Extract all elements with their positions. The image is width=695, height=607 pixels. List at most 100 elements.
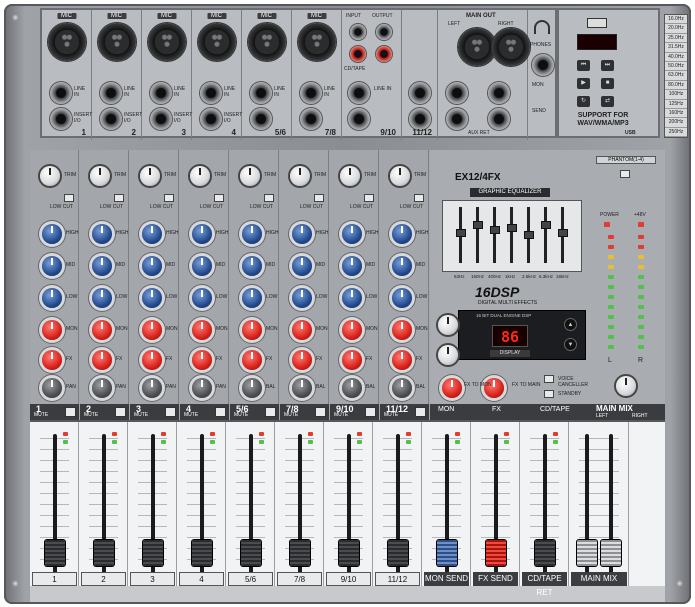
- line-in-11-12-right[interactable]: [409, 108, 431, 130]
- fx-to-main-knob[interactable]: [484, 378, 504, 398]
- low-cut-switch[interactable]: [214, 194, 224, 202]
- eq-mid-knob[interactable]: [92, 256, 112, 276]
- fx-send-knob[interactable]: [142, 350, 162, 370]
- geq-slider-knob[interactable]: [490, 226, 500, 235]
- aux-ret-right-jack[interactable]: [488, 108, 510, 130]
- prev-track-button[interactable]: ⏮: [577, 60, 590, 71]
- mic-xlr-input[interactable]: [47, 23, 86, 61]
- line-in-jack[interactable]: [50, 82, 72, 104]
- dsp-fx-param-knob[interactable]: [438, 345, 458, 365]
- eq-low-knob[interactable]: [392, 288, 412, 308]
- mon-send-jack[interactable]: [446, 82, 468, 104]
- eq-high-knob[interactable]: [242, 224, 262, 244]
- mon-send-knob[interactable]: [192, 320, 212, 340]
- trim-knob[interactable]: [40, 166, 60, 186]
- next-track-button[interactable]: ⏭: [601, 60, 614, 71]
- low-cut-switch[interactable]: [364, 194, 374, 202]
- mic-xlr-input[interactable]: [97, 23, 136, 61]
- pan-knob[interactable]: [192, 378, 212, 398]
- mon-send-knob[interactable]: [342, 320, 362, 340]
- eq-low-knob[interactable]: [242, 288, 262, 308]
- stop-button[interactable]: ■: [601, 78, 614, 89]
- geq-slider-knob[interactable]: [456, 228, 466, 237]
- mute-button[interactable]: [365, 407, 376, 417]
- mic-xlr-input[interactable]: [147, 23, 186, 61]
- line-in-jack[interactable]: [300, 82, 322, 104]
- channel-fader[interactable]: [44, 540, 65, 566]
- fx-send-knob[interactable]: [392, 350, 412, 370]
- pan-knob[interactable]: [92, 378, 112, 398]
- mon-send-knob[interactable]: [392, 320, 412, 340]
- mute-button[interactable]: [115, 407, 126, 417]
- channel-fader[interactable]: [387, 540, 408, 566]
- line-in-right-jack[interactable]: [250, 108, 272, 130]
- low-cut-switch[interactable]: [114, 194, 124, 202]
- rca-output-left[interactable]: [376, 24, 392, 40]
- channel-fader[interactable]: [93, 540, 114, 566]
- channel-fader[interactable]: [534, 540, 555, 566]
- line-in-11-12-left[interactable]: [409, 82, 431, 104]
- eq-mid-knob[interactable]: [242, 256, 262, 276]
- fx-send-knob[interactable]: [92, 350, 112, 370]
- channel-fader[interactable]: [240, 540, 261, 566]
- fx-send-jack[interactable]: [488, 82, 510, 104]
- trim-knob[interactable]: [390, 166, 410, 186]
- mic-xlr-input[interactable]: [297, 23, 336, 61]
- mon-send-knob[interactable]: [242, 320, 262, 340]
- mute-button[interactable]: [315, 407, 326, 417]
- eq-low-knob[interactable]: [92, 288, 112, 308]
- low-cut-switch[interactable]: [264, 194, 274, 202]
- balance-knob[interactable]: [342, 378, 362, 398]
- mon-send-knob[interactable]: [142, 320, 162, 340]
- balance-knob[interactable]: [242, 378, 262, 398]
- geq-slider-knob[interactable]: [558, 228, 568, 237]
- voice-canceller-switch[interactable]: [544, 375, 554, 383]
- eq-mid-knob[interactable]: [392, 256, 412, 276]
- rca-input-left[interactable]: [350, 24, 366, 40]
- mon-send-knob[interactable]: [292, 320, 312, 340]
- eq-low-knob[interactable]: [342, 288, 362, 308]
- phones-level-knob[interactable]: [616, 376, 636, 396]
- pan-knob[interactable]: [42, 378, 62, 398]
- fx-send-knob[interactable]: [292, 350, 312, 370]
- trim-knob[interactable]: [340, 166, 360, 186]
- channel-fader[interactable]: [191, 540, 212, 566]
- main-left-fader[interactable]: [577, 540, 597, 566]
- dsp-up-button[interactable]: ▲: [564, 318, 577, 331]
- low-cut-switch[interactable]: [164, 194, 174, 202]
- dsp-down-button[interactable]: ▼: [564, 338, 577, 351]
- main-right-fader[interactable]: [601, 540, 621, 566]
- eq-high-knob[interactable]: [292, 224, 312, 244]
- line-in-jack[interactable]: [150, 82, 172, 104]
- insert-jack[interactable]: [150, 108, 172, 130]
- eq-low-knob[interactable]: [142, 288, 162, 308]
- eq-mid-knob[interactable]: [142, 256, 162, 276]
- mute-button[interactable]: [215, 407, 226, 417]
- aux-ret-left-jack[interactable]: [446, 108, 468, 130]
- trim-knob[interactable]: [90, 166, 110, 186]
- line-in-right-jack[interactable]: [300, 108, 322, 130]
- channel-fader[interactable]: [485, 540, 506, 566]
- mute-button[interactable]: [265, 407, 276, 417]
- main-out-right-xlr[interactable]: [492, 28, 530, 66]
- usb-slot[interactable]: [587, 18, 607, 28]
- main-out-left-xlr[interactable]: [458, 28, 496, 66]
- eq-high-knob[interactable]: [342, 224, 362, 244]
- insert-jack[interactable]: [100, 108, 122, 130]
- balance-knob[interactable]: [292, 378, 312, 398]
- dsp-fx-level-knob[interactable]: [438, 315, 458, 335]
- line-in-jack[interactable]: [100, 82, 122, 104]
- low-cut-switch[interactable]: [64, 194, 74, 202]
- eq-low-knob[interactable]: [42, 288, 62, 308]
- eq-mid-knob[interactable]: [42, 256, 62, 276]
- line-in-jack[interactable]: [250, 82, 272, 104]
- geq-slider-knob[interactable]: [524, 231, 534, 239]
- line-in-9-10-right[interactable]: [348, 108, 370, 130]
- trim-knob[interactable]: [240, 166, 260, 186]
- channel-fader[interactable]: [338, 540, 359, 566]
- eq-low-knob[interactable]: [292, 288, 312, 308]
- standby-switch[interactable]: [544, 390, 554, 398]
- eq-mid-knob[interactable]: [192, 256, 212, 276]
- mute-button[interactable]: [415, 407, 426, 417]
- channel-fader[interactable]: [289, 540, 310, 566]
